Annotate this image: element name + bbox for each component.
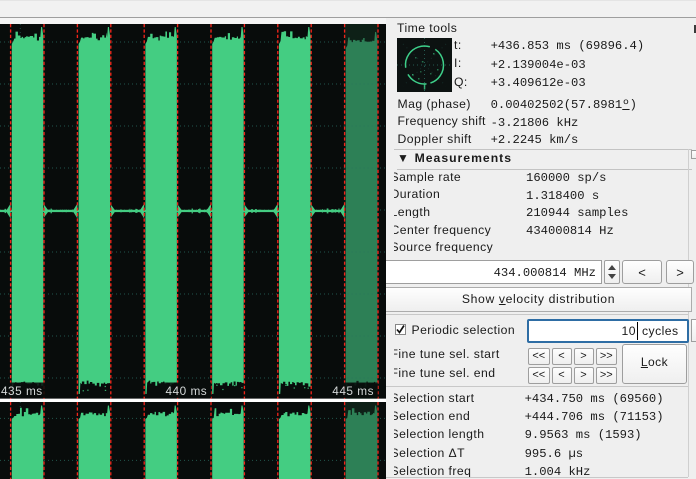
svg-text:435 ms: 435 ms xyxy=(1,384,43,398)
svg-text:445 ms: 445 ms xyxy=(332,384,374,398)
svg-text:440 ms: 440 ms xyxy=(166,384,208,398)
